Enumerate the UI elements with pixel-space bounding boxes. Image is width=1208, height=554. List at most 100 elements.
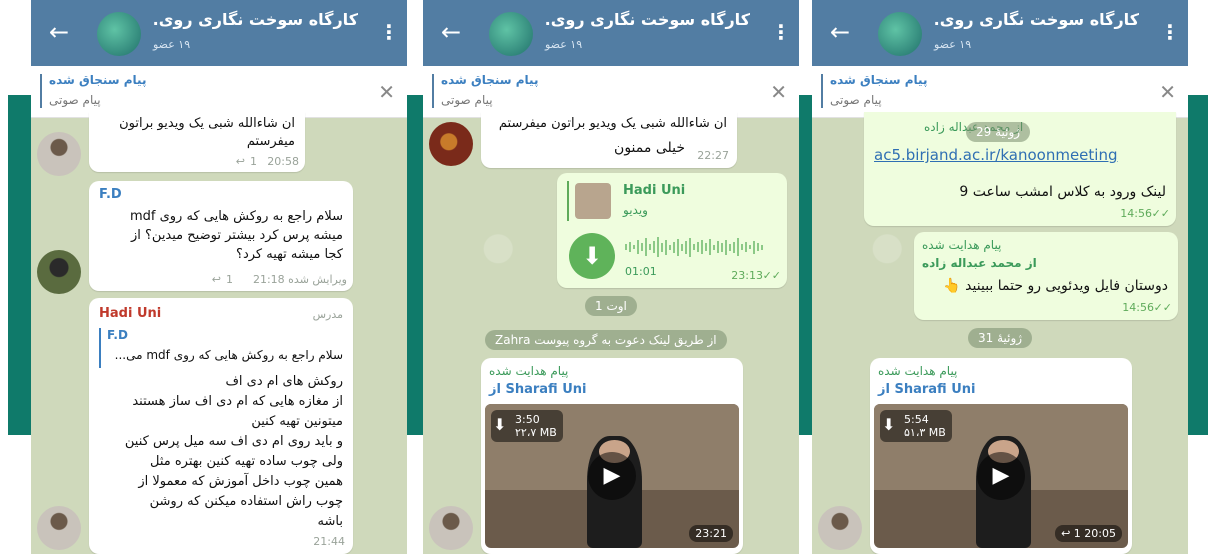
forwarded-from[interactable]: از Sharafi Uni <box>489 382 586 397</box>
download-icon[interactable]: ⬇ <box>569 233 615 279</box>
group-title[interactable]: کارگاه سوخت نگاری روی... <box>545 10 750 29</box>
message-text: باشه <box>317 514 343 529</box>
pinned-message-bar[interactable]: پیام سنجاق شده پیام صوتی ✕ <box>812 66 1188 118</box>
forwarded-label: پیام هدایت شده <box>489 364 569 378</box>
message-time: 23:13 <box>731 269 763 282</box>
video-duration: 3:50 <box>515 413 540 426</box>
background-strip-right <box>1188 95 1208 435</box>
download-icon[interactable]: ⬇ <box>493 415 506 434</box>
message-bubble[interactable]: ان شاءالله شبی یک ویدیو براتون میفرستم خ… <box>481 112 737 168</box>
message-text: روکش های ام دی اف <box>225 374 343 389</box>
quote-kind: ویدیو <box>623 203 648 217</box>
member-count: ۱۹ عضو <box>934 38 972 51</box>
forwarded-video-bubble[interactable]: پیام هدایت شده از Sharafi Uni 5:54 ۵۱،۳ … <box>870 358 1132 554</box>
more-vertical-icon[interactable]: ⋮ <box>771 20 791 46</box>
chat-screen-3: ← کارگاه سوخت نگاری روی... ۱۹ عضو ⋮ پیام… <box>812 0 1188 554</box>
member-count: ۱۹ عضو <box>153 38 191 51</box>
message-time: 21:44 <box>313 535 345 548</box>
pinned-text: پیام صوتی <box>441 93 493 107</box>
date-divider: اوت 1 <box>585 296 637 316</box>
reply-count[interactable]: 1 <box>250 155 257 168</box>
voice-message-bubble[interactable]: Hadi Uni ویدیو ⬇ 01:01 23:13 ✓✓ <box>557 173 787 288</box>
message-text: ان شاءالله شبی یک ویدیو براتون <box>119 116 295 131</box>
chat-header: ← کارگاه سوخت نگاری روی... ۱۹ عضو ⋮ <box>423 0 799 66</box>
read-check-icon: ✓✓ <box>1151 207 1170 220</box>
forwarded-from[interactable]: از محمد عبداله زاده <box>922 256 1037 270</box>
play-icon[interactable]: ▶ <box>977 452 1025 500</box>
pinned-accent <box>432 74 434 108</box>
pinned-title: پیام سنجاق شده <box>830 73 928 87</box>
back-arrow-icon[interactable]: ← <box>45 18 73 46</box>
forwarded-label: پیام هدایت شده <box>878 364 958 378</box>
message-bubble[interactable]: از محمد عبداله زاده ژوئیهٔ 29 ac5.birjan… <box>864 112 1176 226</box>
quote-sender: Hadi Uni <box>623 183 686 198</box>
forwarded-label: پیام هدایت شده <box>922 238 1002 252</box>
reply-icon[interactable]: ↩ <box>236 155 245 168</box>
message-bubble[interactable]: F.D سلام راجع به روکش هایی که روی mdf می… <box>89 181 353 291</box>
pinned-message-bar[interactable]: پیام سنجاق شده پیام صوتی ✕ <box>423 66 799 118</box>
back-arrow-icon[interactable]: ← <box>826 18 854 46</box>
message-text: از مغازه هایی که ام دی اف ساز هستند <box>132 394 343 409</box>
reply-icon[interactable]: ↩ <box>212 273 221 286</box>
back-arrow-icon[interactable]: ← <box>437 18 465 46</box>
message-text: لینک ورود به کلاس امشب ساعت 9 <box>959 184 1166 200</box>
voice-waveform[interactable] <box>625 237 775 259</box>
pinned-title: پیام سنجاق شده <box>49 73 147 87</box>
video-size: ۲۲،۷ MB <box>515 426 557 439</box>
reply-count[interactable]: 1 <box>226 273 233 286</box>
message-time: 20:58 <box>267 155 299 168</box>
avatar[interactable] <box>429 506 473 550</box>
message-text: خیلی ممنون <box>614 140 685 156</box>
avatar[interactable] <box>37 250 81 294</box>
chat-screen-2: ← کارگاه سوخت نگاری روی... ۱۹ عضو ⋮ پیام… <box>423 0 799 554</box>
message-time: ویرایش شده 21:18 <box>252 273 347 286</box>
avatar[interactable] <box>429 122 473 166</box>
video-thumbnail[interactable]: 3:50 ۲۲،۷ MB ⬇ ▶ 23:21 <box>485 404 739 548</box>
admin-role: مدرس <box>312 308 343 321</box>
chat-header: ← کارگاه سوخت نگاری روی... ۱۹ عضو ⋮ <box>31 0 407 66</box>
group-title[interactable]: کارگاه سوخت نگاری روی... <box>934 10 1139 29</box>
message-text: کجا میشه تهیه کرد؟ <box>236 247 343 262</box>
pinned-message-bar[interactable]: پیام سنجاق شده پیام صوتی ✕ <box>31 66 407 118</box>
close-icon[interactable]: ✕ <box>770 80 787 104</box>
sender-name[interactable]: Hadi Uni <box>99 306 161 321</box>
background-strip-mid1 <box>406 95 424 435</box>
message-text: میفرستم <box>246 134 295 149</box>
forwarded-video-bubble[interactable]: پیام هدایت شده از Sharafi Uni 3:50 ۲۲،۷ … <box>481 358 743 554</box>
message-bubble[interactable]: Hadi Uni مدرس F.D سلام راجع به روکش هایی… <box>89 298 353 554</box>
member-count: ۱۹ عضو <box>545 38 583 51</box>
close-icon[interactable]: ✕ <box>378 80 395 104</box>
message-text: همین چوب داخل آموزش که معمولا از <box>138 474 343 489</box>
close-icon[interactable]: ✕ <box>1159 80 1176 104</box>
play-icon[interactable]: ▶ <box>588 452 636 500</box>
message-bubble[interactable]: ان شاءالله شبی یک ویدیو براتون میفرستم 2… <box>89 112 305 172</box>
more-vertical-icon[interactable]: ⋮ <box>1160 20 1180 46</box>
avatar[interactable] <box>37 506 81 550</box>
forwarded-from[interactable]: از Sharafi Uni <box>878 382 975 397</box>
video-thumbnail[interactable]: 5:54 ۵۱،۳ MB ⬇ ▶ ↩ 1 20:05 <box>874 404 1128 548</box>
message-text: و باید روی ام دی اف سه میل پرس کنین <box>124 434 343 449</box>
message-text: سلام راجع به روکش هایی که روی mdf <box>129 209 343 224</box>
chat-screen-1: ← کارگاه سوخت نگاری روی... ۱۹ عضو ⋮ پیام… <box>31 0 407 554</box>
message-text: ولی چوب ساده تهیه کنین بهتره مثل <box>150 454 343 469</box>
time-text: 20:05 <box>1084 527 1116 540</box>
group-avatar[interactable] <box>97 12 141 56</box>
more-vertical-icon[interactable]: ⋮ <box>379 20 399 46</box>
reply-icon[interactable]: ↩ <box>1061 527 1070 540</box>
reply-quote[interactable]: F.D سلام راجع به روکش هایی که روی mdf می… <box>99 328 343 368</box>
pinned-accent <box>40 74 42 108</box>
sender-name[interactable]: F.D <box>99 187 122 202</box>
avatar[interactable] <box>818 506 862 550</box>
meeting-link[interactable]: ac5.birjand.ac.ir/kanoonmeeting <box>874 146 1118 164</box>
reply-count[interactable]: 1 <box>1074 527 1081 540</box>
avatar[interactable] <box>37 132 81 176</box>
download-icon[interactable]: ⬇ <box>882 415 895 434</box>
forwarded-message-bubble[interactable]: پیام هدایت شده از محمد عبداله زاده دوستا… <box>914 232 1178 320</box>
quote-sender: F.D <box>107 328 128 342</box>
message-text: دوستان فایل ویدئویی رو حتما ببینید 👆 <box>943 278 1168 294</box>
group-avatar[interactable] <box>878 12 922 56</box>
group-title[interactable]: کارگاه سوخت نگاری روی... <box>153 10 358 29</box>
group-avatar[interactable] <box>489 12 533 56</box>
message-time: ↩ 1 20:05 <box>1055 525 1122 542</box>
message-time: 22:27 <box>697 149 729 162</box>
